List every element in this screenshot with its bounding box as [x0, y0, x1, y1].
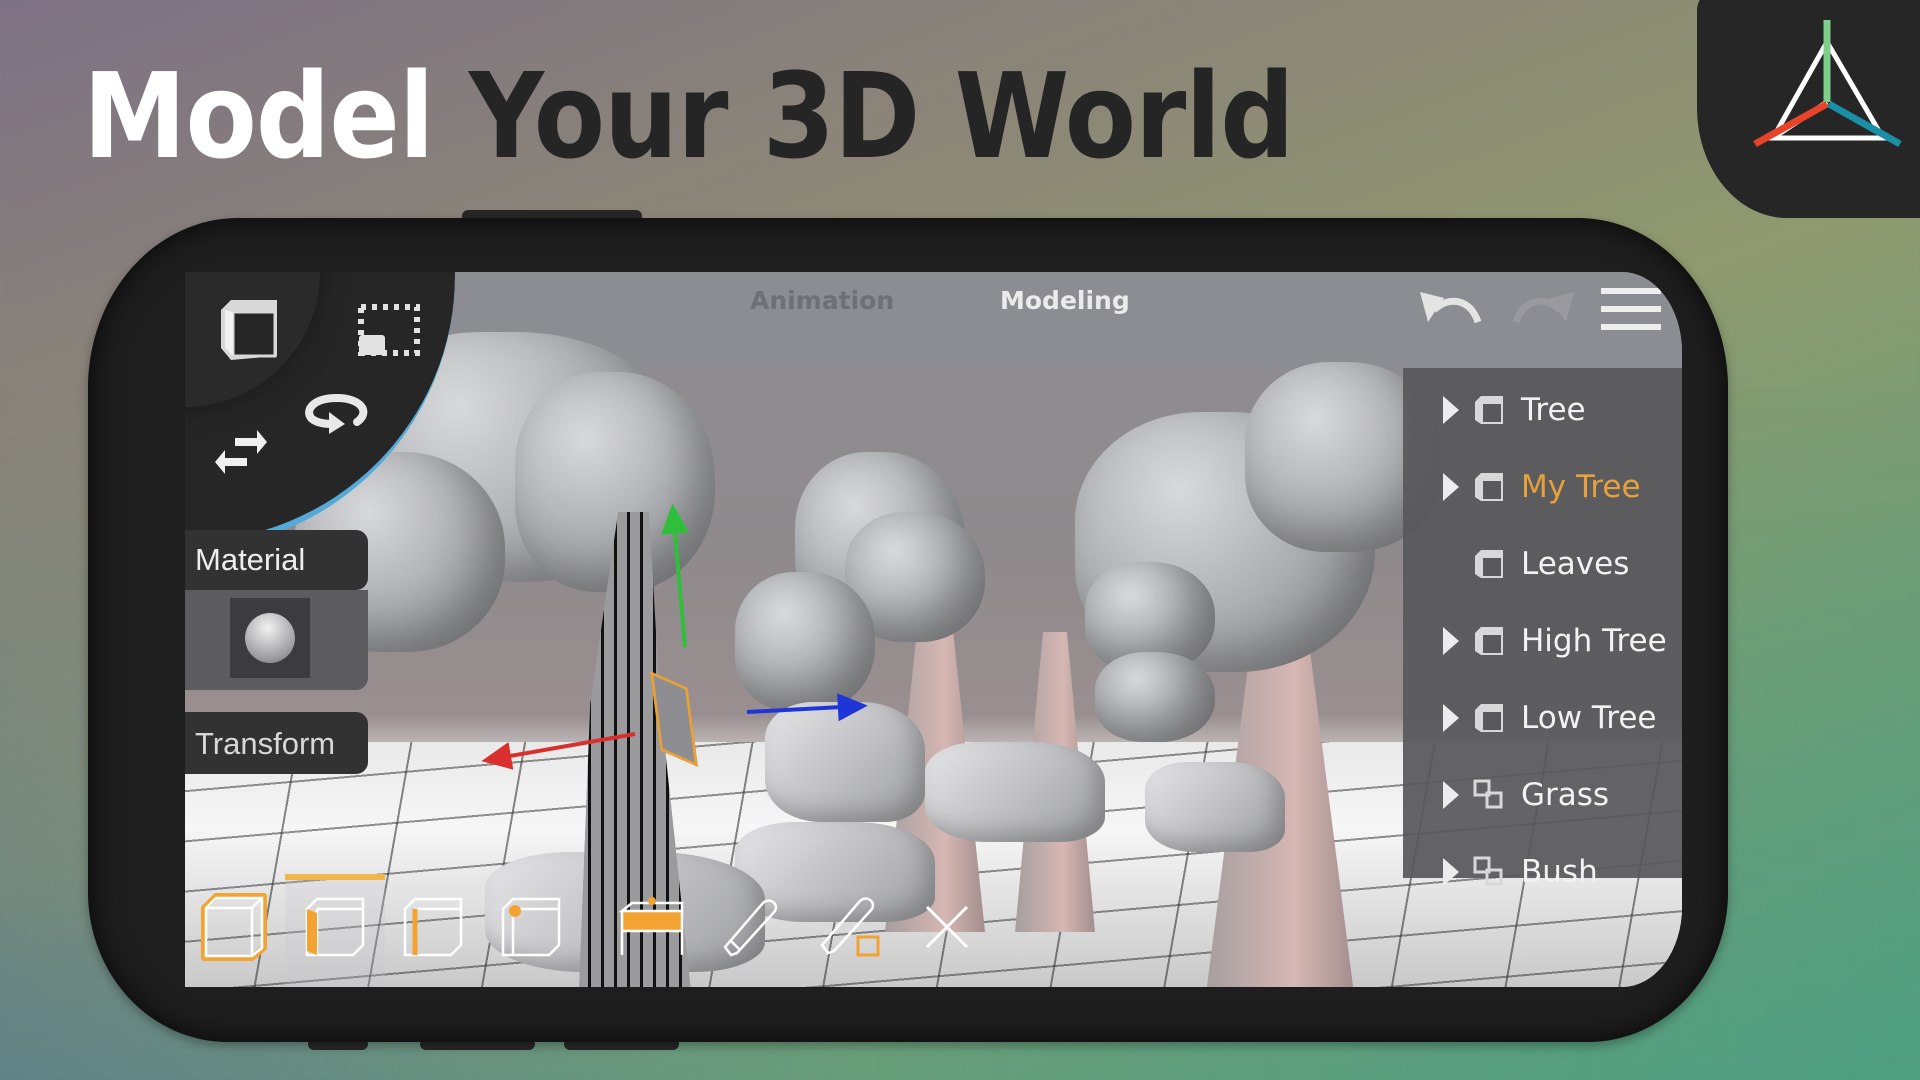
instance-cubes-icon — [1469, 856, 1509, 888]
outliner-item-low-tree[interactable]: Low Tree — [1443, 693, 1657, 743]
outliner-item-label: Tree — [1521, 392, 1586, 428]
undo-button[interactable] — [1418, 290, 1484, 334]
vertex-select-button[interactable] — [491, 882, 571, 972]
pen-loop-icon — [820, 897, 880, 957]
edge-select-button[interactable] — [393, 882, 473, 972]
material-label: Material — [195, 542, 306, 577]
app-screen: Animation Modeling Material Transform Tr… — [185, 272, 1682, 987]
pen-draw-icon — [723, 899, 778, 957]
expand-arrow-placeholder — [1443, 549, 1461, 579]
headline-word-model: Model — [83, 47, 435, 185]
extrude-button[interactable] — [613, 882, 693, 972]
move-arrows-icon — [215, 430, 267, 474]
expand-arrow-icon[interactable] — [1443, 395, 1461, 425]
mesh-cube-icon — [1469, 625, 1509, 657]
expand-arrow-icon[interactable] — [1443, 857, 1461, 887]
material-swatch — [230, 598, 310, 678]
object-select-button[interactable] — [195, 882, 275, 972]
headline-rest: Your 3D World — [468, 47, 1295, 185]
mesh-cube-icon — [1469, 548, 1509, 580]
mesh-cube-icon — [1469, 471, 1509, 503]
redo-icon — [1512, 292, 1574, 324]
tree-foliage — [735, 572, 875, 712]
outliner-item-my-tree[interactable]: My Tree — [1443, 462, 1641, 512]
bush — [1145, 762, 1285, 852]
brand-logo — [1697, 0, 1920, 218]
outliner-item-label: Low Tree — [1521, 700, 1657, 736]
outliner-item-label: Grass — [1521, 777, 1610, 813]
expand-arrow-icon[interactable] — [1443, 626, 1461, 656]
rotate-tool-button[interactable] — [297, 384, 377, 444]
expand-arrow-icon[interactable] — [1443, 472, 1461, 502]
active-tool-indicator — [285, 874, 385, 880]
close-icon — [925, 905, 969, 949]
transform-label: Transform — [195, 726, 336, 761]
mesh-cube-icon — [1469, 702, 1509, 734]
expand-arrow-icon[interactable] — [1443, 780, 1461, 810]
material-preview[interactable] — [185, 590, 368, 690]
face-select-icon — [305, 897, 365, 957]
outliner-item-grass[interactable]: Grass — [1443, 770, 1609, 820]
tab-modeling[interactable]: Modeling — [1000, 286, 1130, 315]
scene-outliner[interactable]: Tree My Tree Leaves High Tree Low Tree G… — [1403, 368, 1682, 890]
outliner-item-label: Bush — [1521, 854, 1598, 890]
mesh-cube-icon — [1469, 394, 1509, 426]
transform-panel[interactable]: Transform — [185, 712, 368, 774]
select-rect-button[interactable] — [353, 294, 425, 366]
object-mode-button[interactable] — [213, 294, 285, 366]
rotate-icon — [305, 393, 368, 434]
outliner-item-tree[interactable]: Tree — [1443, 385, 1586, 435]
bush — [925, 742, 1105, 842]
material-sphere-icon — [245, 613, 295, 663]
undo-icon — [1420, 292, 1482, 324]
outliner-item-bush[interactable]: Bush — [1443, 847, 1598, 897]
pen-draw-button[interactable] — [711, 882, 791, 972]
tab-animation[interactable]: Animation — [750, 286, 894, 315]
outliner-item-label: High Tree — [1521, 623, 1667, 659]
cube-object-mode-icon — [221, 300, 277, 360]
tetrahedron-axis-logo-icon — [1753, 20, 1902, 148]
outliner-item-leaves[interactable]: Leaves — [1443, 539, 1629, 589]
object-select-icon — [201, 893, 267, 961]
edge-select-icon — [403, 897, 463, 957]
outliner-item-label: Leaves — [1521, 546, 1630, 582]
redo-button[interactable] — [1510, 290, 1576, 334]
tree-foliage — [1095, 652, 1215, 742]
material-panel[interactable]: Material — [185, 530, 368, 590]
outliner-item-high-tree[interactable]: High Tree — [1443, 616, 1667, 666]
outliner-item-label: My Tree — [1521, 469, 1641, 505]
headline: Model Your 3D World — [83, 51, 1295, 182]
selection-rect-icon — [358, 304, 420, 356]
move-tool-button[interactable] — [205, 422, 277, 482]
main-menu-button[interactable] — [1599, 284, 1663, 338]
face-select-button[interactable] — [295, 882, 375, 972]
instance-cubes-icon — [1469, 779, 1509, 811]
close-tool-button[interactable] — [907, 882, 987, 972]
extrude-icon — [618, 897, 684, 955]
pen-loop-button[interactable] — [811, 882, 891, 972]
vertex-select-icon — [501, 897, 561, 957]
hamburger-menu-icon — [1601, 288, 1661, 330]
expand-arrow-icon[interactable] — [1443, 703, 1461, 733]
